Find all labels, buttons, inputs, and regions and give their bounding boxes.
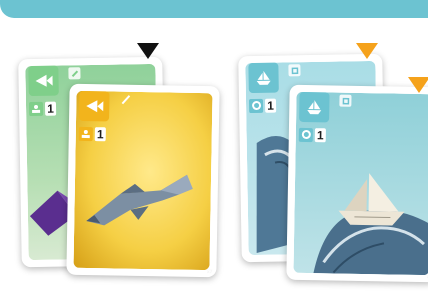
card-type-badge: [248, 62, 279, 94]
card-stat-value: 1: [314, 127, 326, 142]
card-type-badge: [79, 90, 110, 122]
fish-icon: [35, 74, 53, 87]
card-stat-value: 1: [44, 101, 57, 116]
edit-icon: [339, 94, 352, 107]
boat-icon: [307, 100, 322, 115]
fish-icon: [86, 100, 104, 113]
card-stat-row: 1: [28, 101, 57, 116]
boat-icon: [256, 70, 271, 85]
edit-icon: [68, 67, 81, 80]
card-fish-front[interactable]: 1 x7: [66, 83, 220, 278]
card-type-badge: [299, 91, 330, 123]
edit-icon: [119, 94, 131, 106]
card-stat-row: 1: [298, 127, 326, 142]
marker-arrow-black: [137, 43, 159, 59]
edit-icon: [288, 64, 301, 77]
person-icon: [78, 126, 93, 141]
card-stat-row: 1: [78, 126, 106, 141]
card-stat-value: 1: [94, 126, 106, 141]
card-type-badge: [28, 65, 59, 97]
marker-arrow-orange: [356, 43, 378, 59]
cycle-icon: [298, 127, 313, 142]
card-corner-code: x7: [206, 269, 213, 276]
marker-arrow-orange: [408, 77, 428, 93]
cycle-icon: [248, 98, 264, 113]
top-banner: [0, 0, 428, 18]
card-stat-value: 1: [264, 98, 277, 113]
card-boat-front[interactable]: 1 x5: [286, 84, 428, 283]
person-icon: [28, 101, 44, 116]
card-stat-row: 1: [248, 98, 277, 113]
